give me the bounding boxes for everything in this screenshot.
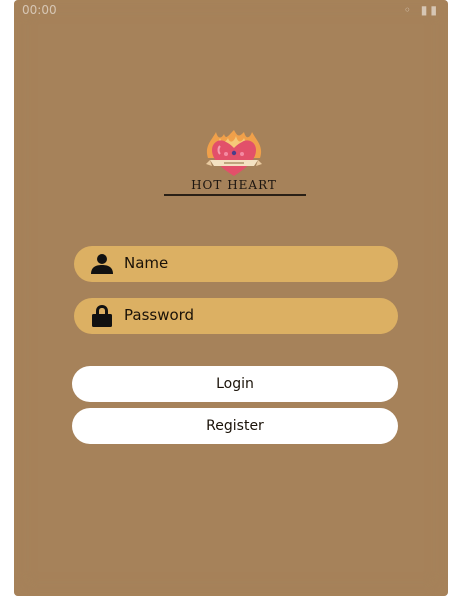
login-screen: 00:00 ◦ ▮▮ HOT HEART Name Password Login… — [14, 0, 448, 596]
brand-name: HOT HEART — [191, 178, 277, 192]
app-logo: HOT HEART — [164, 128, 306, 200]
status-icons: ◦ ▮▮ — [403, 3, 440, 17]
brand-underline — [164, 194, 306, 196]
lock-icon — [92, 305, 112, 327]
name-placeholder: Name — [124, 254, 169, 272]
user-icon — [91, 254, 113, 274]
status-bar: 00:00 ◦ ▮▮ — [14, 0, 448, 22]
login-button[interactable]: Login — [72, 366, 398, 402]
status-time: 00:00 — [22, 3, 57, 17]
password-field[interactable]: Password — [74, 298, 398, 334]
name-field[interactable]: Name — [74, 246, 398, 282]
password-placeholder: Password — [124, 306, 195, 324]
app-window: 00:00 ◦ ▮▮ HOT HEART Name Password Login… — [0, 0, 450, 596]
flaming-heart-logo-icon — [206, 130, 262, 176]
register-button[interactable]: Register — [72, 408, 398, 444]
